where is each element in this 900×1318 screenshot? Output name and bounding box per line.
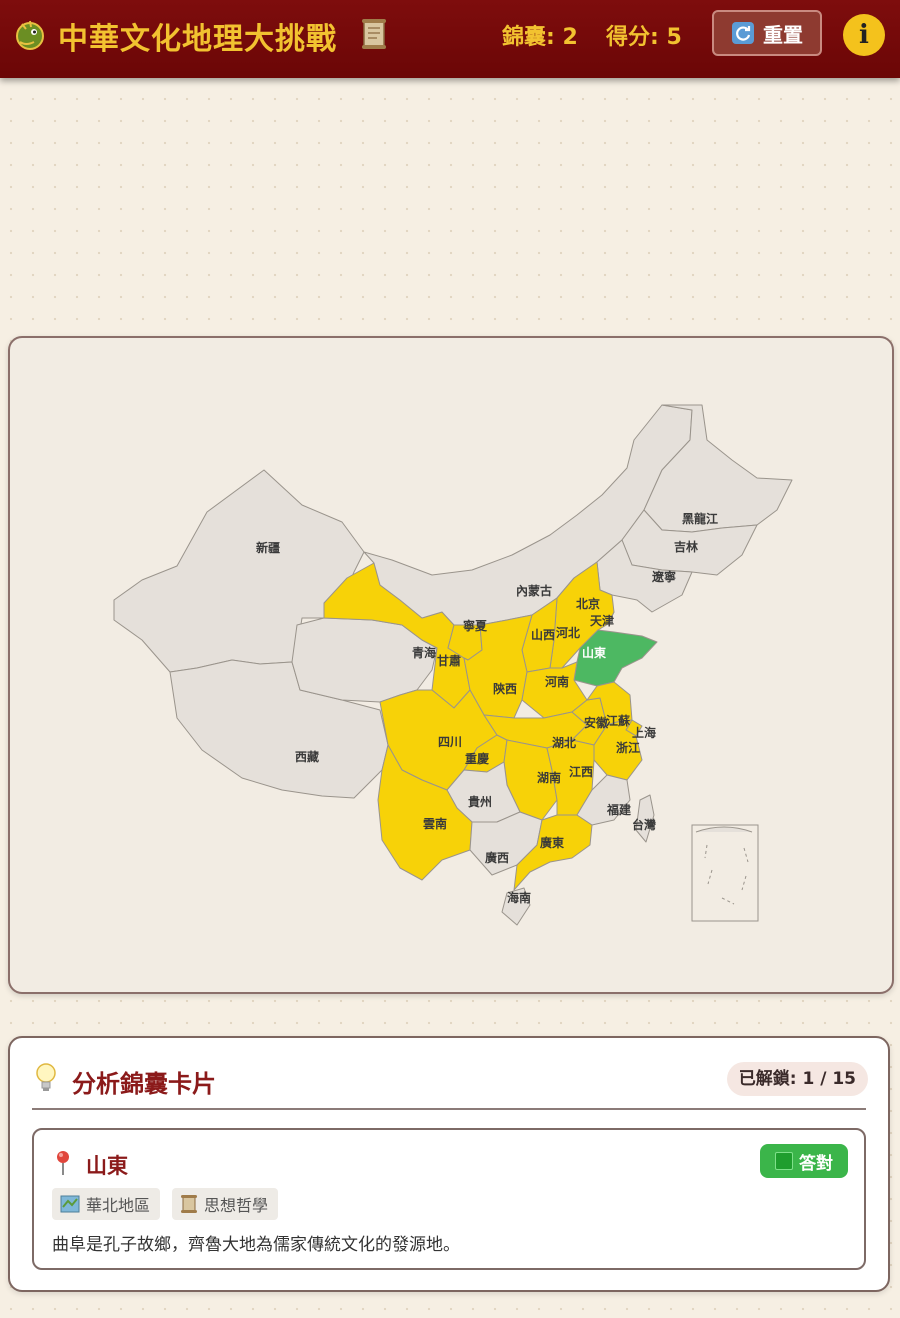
- label-gansu: 甘肅: [437, 653, 461, 668]
- app-header: 中華文化地理大挑戰 錦囊: 2 得分: 5 重置 i: [0, 0, 900, 78]
- map-pin-icon: [57, 1151, 69, 1175]
- label-jilin: 吉林: [674, 539, 698, 554]
- bag-counter: 錦囊: 2: [502, 25, 578, 50]
- label-taiwan: 台灣: [632, 817, 656, 832]
- label-shanxi: 山西: [531, 627, 555, 642]
- label-guangxi: 廣西: [485, 850, 509, 865]
- analysis-panel: 分析錦囊卡片 已解鎖: 1 / 15 山東 答對 華北地區 思想哲學 曲阜是孔子…: [8, 1036, 890, 1292]
- province-card[interactable]: 山東 答對 華北地區 思想哲學 曲阜是孔子故鄉，齊魯大地為儒家傳統文化的發源地。: [32, 1128, 866, 1270]
- unlock-counter: 已解鎖: 1 / 15: [726, 1062, 868, 1096]
- province-name: 山東: [86, 1154, 128, 1178]
- label-hubei: 湖北: [552, 735, 576, 750]
- south-china-sea-inset: [691, 824, 759, 922]
- info-button[interactable]: i: [843, 14, 885, 56]
- region-tag-label: 華北地區: [86, 1196, 151, 1215]
- province-description: 曲阜是孔子故鄉，齊魯大地為儒家傳統文化的發源地。: [52, 1235, 460, 1255]
- map-panel: 新疆 西藏 青海 甘肅 寧夏 內蒙古 黑龍江 吉林 遼寧 北京 天津 河北 山西…: [8, 336, 894, 994]
- label-henan: 河南: [544, 674, 569, 689]
- app-title: 中華文化地理大挑戰: [58, 22, 337, 57]
- scroll-icon: [362, 19, 386, 49]
- label-tianjin: 天津: [590, 613, 614, 628]
- label-shandong: 山東: [582, 645, 606, 660]
- label-neimenggu: 內蒙古: [516, 583, 552, 598]
- reset-button-label: 重置: [763, 22, 803, 47]
- region-tag: 華北地區: [52, 1188, 161, 1220]
- score-counter: 得分: 5: [606, 25, 682, 50]
- reset-button[interactable]: 重置: [712, 10, 822, 56]
- dragon-icon: [16, 20, 44, 50]
- label-hebei: 河北: [555, 625, 580, 640]
- label-sichuan: 四川: [438, 735, 462, 749]
- label-zhejiang: 浙江: [616, 740, 640, 755]
- scroll-icon: [181, 1195, 197, 1213]
- label-guangdong: 廣東: [540, 835, 564, 850]
- china-map: 新疆 西藏 青海 甘肅 寧夏 內蒙古 黑龍江 吉林 遼寧 北京 天津 河北 山西…: [113, 404, 793, 926]
- lightbulb-icon: [36, 1063, 56, 1091]
- label-xizang: 西藏: [295, 749, 319, 764]
- label-shanghai: 上海: [632, 725, 656, 740]
- panel-title: 分析錦囊卡片: [72, 1070, 216, 1098]
- status-badge: 答對: [760, 1144, 848, 1178]
- category-tag-label: 思想哲學: [204, 1196, 269, 1215]
- label-chongqing: 重慶: [465, 751, 489, 766]
- label-qinghai: 青海: [412, 645, 436, 660]
- check-square-icon: [775, 1152, 793, 1170]
- label-jiangsu: 江蘇: [606, 713, 630, 728]
- category-tag: 思想哲學: [172, 1188, 279, 1220]
- divider: [32, 1108, 866, 1110]
- label-hunan: 湖南: [537, 770, 561, 785]
- refresh-icon: [732, 22, 754, 44]
- label-guizhou: 貴州: [468, 794, 492, 809]
- label-ningxia: 寧夏: [463, 618, 488, 633]
- label-shaanxi: 陝西: [493, 681, 517, 696]
- label-heilongjiang: 黑龍江: [682, 511, 718, 526]
- map-icon: [60, 1195, 80, 1213]
- label-xinjiang: 新疆: [256, 540, 280, 555]
- label-yunnan: 雲南: [423, 816, 447, 831]
- status-label: 答對: [799, 1153, 833, 1174]
- label-beijing: 北京: [576, 596, 600, 611]
- label-jiangxi: 江西: [569, 764, 593, 779]
- label-hainan: 海南: [507, 890, 531, 905]
- label-liaoning: 遼寧: [652, 569, 676, 584]
- label-fujian: 福建: [606, 802, 632, 817]
